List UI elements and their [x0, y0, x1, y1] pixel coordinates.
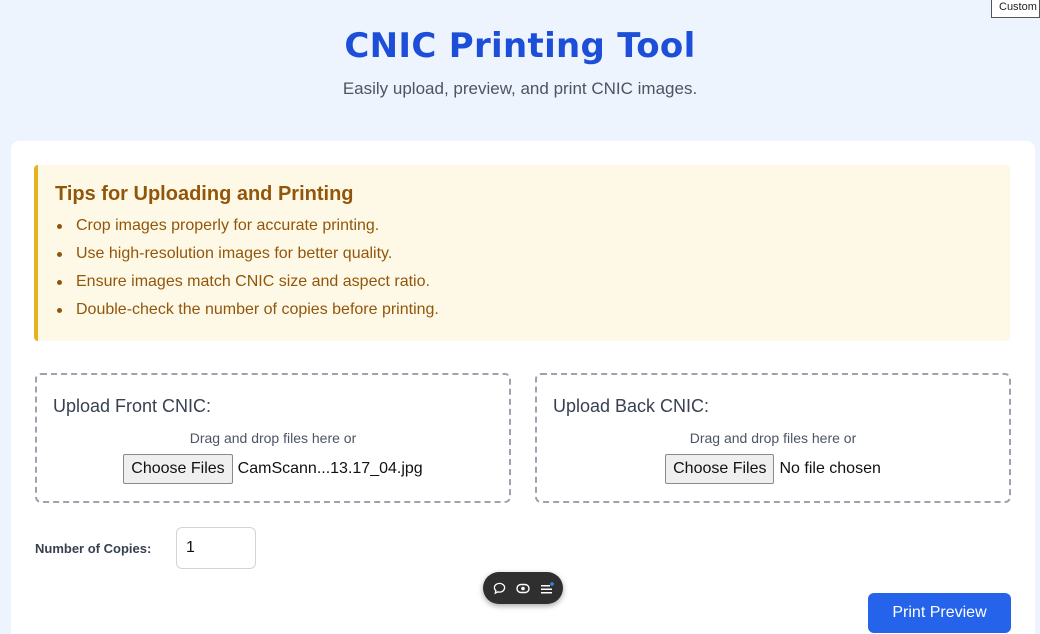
back-drag-text: Drag and drop files here or: [689, 430, 857, 446]
tips-list: Crop images properly for accurate printi…: [55, 217, 1010, 329]
menu-list-icon[interactable]: [538, 579, 556, 597]
front-drag-text: Drag and drop files here or: [189, 430, 357, 446]
copies-input[interactable]: [176, 527, 256, 569]
back-choose-files-button[interactable]: Choose Files: [665, 454, 775, 484]
tips-panel: Tips for Uploading and Printing Crop ima…: [34, 165, 1010, 341]
chat-bubble-icon[interactable]: [490, 579, 508, 597]
front-choose-files-button[interactable]: Choose Files: [123, 454, 233, 484]
back-upload-dropzone[interactable]: Upload Back CNIC: Drag and drop files he…: [535, 373, 1011, 503]
page-header: CNIC Printing Tool Easily upload, previe…: [0, 0, 1040, 99]
back-upload-label: Upload Back CNIC:: [553, 396, 710, 416]
back-file-name: No file chosen: [779, 460, 881, 477]
copies-label: Number of Copies:: [35, 541, 152, 556]
main-card: Tips for Uploading and Printing Crop ima…: [11, 141, 1035, 634]
tip-item: Double-check the number of copies before…: [55, 301, 1010, 329]
eye-toggle-icon[interactable]: [514, 579, 532, 597]
print-preview-button[interactable]: Print Preview: [868, 593, 1011, 633]
front-file-name: CamScann...13.17_04.jpg: [237, 460, 423, 477]
floating-toolbar: [483, 572, 563, 604]
front-upload-dropzone[interactable]: Upload Front CNIC: Drag and drop files h…: [35, 373, 511, 503]
front-upload-label: Upload Front CNIC:: [53, 396, 212, 416]
page-title: CNIC Printing Tool: [344, 26, 696, 66]
page-subtitle: Easily upload, preview, and print CNIC i…: [342, 79, 698, 98]
tip-item: Use high-resolution images for better qu…: [55, 245, 1010, 273]
front-file-input[interactable]: Choose Files CamScann...13.17_04.jpg: [37, 454, 509, 484]
tips-title: Tips for Uploading and Printing: [55, 183, 354, 205]
tip-item: Ensure images match CNIC size and aspect…: [55, 273, 1010, 301]
back-file-input[interactable]: Choose Files No file chosen: [537, 454, 1009, 484]
tip-item: Crop images properly for accurate printi…: [55, 217, 1010, 245]
